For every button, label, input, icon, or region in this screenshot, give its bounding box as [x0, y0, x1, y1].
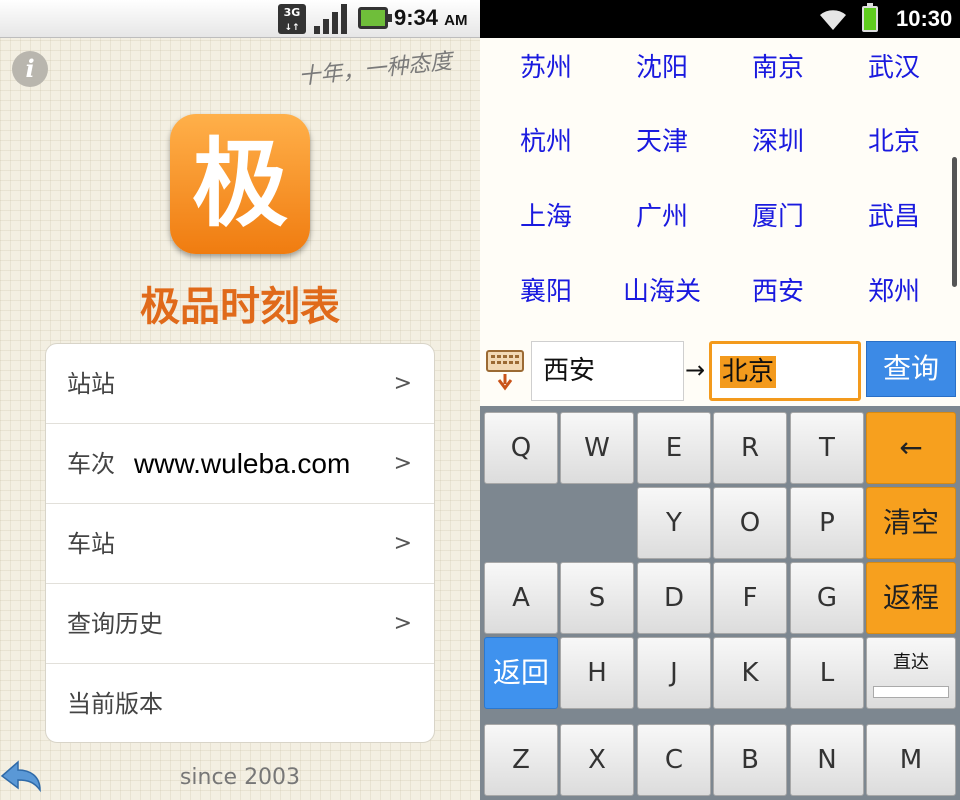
since-label: since 2003 — [179, 765, 301, 790]
menu-item-label: 站站 — [67, 370, 115, 398]
key-q[interactable]: Q — [484, 412, 558, 484]
status-bar: 3G ↓↑ 9:34 AM — [0, 0, 480, 38]
key-s[interactable]: S — [560, 562, 634, 634]
key-f[interactable]: F — [713, 562, 787, 634]
network-3g-icon: 3G ↓↑ — [278, 4, 306, 34]
city-item[interactable]: 武昌 — [836, 187, 952, 261]
to-station-input[interactable]: 北京 — [709, 341, 861, 401]
key-l[interactable]: L — [790, 637, 864, 709]
city-item[interactable]: 山海关 — [604, 262, 720, 336]
key-p[interactable]: P — [790, 487, 864, 559]
menu-item-station[interactable]: 车站 > — [46, 504, 434, 584]
key-x[interactable]: X — [560, 724, 634, 796]
key-z[interactable]: Z — [484, 724, 558, 796]
city-item[interactable]: 上海 — [488, 187, 604, 261]
city-item[interactable]: 天津 — [604, 112, 720, 186]
menu-item-station-to-station[interactable]: 站站 > — [46, 344, 434, 424]
key-o[interactable]: O — [713, 487, 787, 559]
direct-indicator — [873, 686, 949, 698]
watermark-url: www.wuleba.com — [134, 448, 351, 479]
keyboard-toggle-icon[interactable] — [486, 350, 524, 392]
to-station-value: 北京 — [720, 356, 777, 388]
chevron-right-icon: > — [393, 371, 412, 396]
menu-item-label: 车次 — [67, 450, 115, 478]
city-item[interactable]: 襄阳 — [488, 262, 604, 336]
key-t[interactable]: T — [790, 412, 864, 484]
key-a[interactable]: A — [484, 562, 558, 634]
return-trip-key[interactable]: 返程 — [866, 562, 956, 634]
city-item[interactable]: 西安 — [720, 262, 836, 336]
status-time: 9:34 AM — [394, 5, 468, 30]
route-arrow: → — [685, 356, 706, 384]
app-logo: 极 — [170, 114, 310, 254]
info-icon[interactable]: i — [12, 51, 48, 87]
right-screen: 10:30 苏州 沈阳 南京 武汉 杭州 天津 深圳 北京 上海 广州 厦门 武… — [480, 0, 960, 800]
city-item[interactable]: 南京 — [720, 38, 836, 112]
menu-item-train-number[interactable]: 车次 www.wuleba.com > — [46, 424, 434, 504]
status-bar: 10:30 — [480, 0, 960, 38]
city-item[interactable]: 北京 — [836, 112, 952, 186]
city-item[interactable]: 广州 — [604, 187, 720, 261]
key-j[interactable]: J — [637, 637, 711, 709]
city-item[interactable]: 武汉 — [836, 38, 952, 112]
slogan: 十年，一种态度 — [297, 49, 454, 91]
battery-charging-icon — [358, 7, 392, 29]
key-r[interactable]: R — [713, 412, 787, 484]
key-y[interactable]: Y — [637, 487, 711, 559]
city-item[interactable]: 苏州 — [488, 38, 604, 112]
city-item[interactable]: 杭州 — [488, 112, 604, 186]
battery-charging-icon — [862, 3, 878, 32]
chevron-right-icon: > — [393, 451, 412, 476]
key-w[interactable]: W — [560, 412, 634, 484]
city-grid: 苏州 沈阳 南京 武汉 杭州 天津 深圳 北京 上海 广州 厦门 武昌 襄阳 山… — [480, 38, 960, 338]
clear-key[interactable]: 清空 — [866, 487, 956, 559]
wifi-icon — [820, 10, 846, 30]
menu-item-label: 当前版本 — [67, 690, 163, 718]
menu-item-history[interactable]: 查询历史 > — [46, 584, 434, 664]
search-bar: 西安 → 北京 查询 — [480, 338, 960, 406]
from-station-input[interactable]: 西安 — [531, 341, 684, 401]
menu-item-label: 查询历史 — [67, 610, 163, 638]
menu-item-label: 车站 — [67, 530, 115, 558]
city-item[interactable]: 郑州 — [836, 262, 952, 336]
key-b[interactable]: B — [713, 724, 787, 796]
backspace-key[interactable]: ← — [866, 412, 956, 484]
city-scrollbar[interactable] — [952, 157, 957, 287]
left-screen: 3G ↓↑ 9:34 AM i 十年，一种态度 极 极品时刻表 站站 > 车次 … — [0, 0, 480, 800]
key-n[interactable]: N — [790, 724, 864, 796]
direct-toggle[interactable]: 直达 — [866, 637, 956, 709]
city-item[interactable]: 深圳 — [720, 112, 836, 186]
city-item[interactable]: 厦门 — [720, 187, 836, 261]
chevron-right-icon: > — [393, 611, 412, 636]
key-k[interactable]: K — [713, 637, 787, 709]
back-key[interactable]: 返回 — [484, 637, 558, 709]
key-g[interactable]: G — [790, 562, 864, 634]
signal-icon — [314, 4, 348, 34]
direct-label: 直达 — [893, 652, 929, 673]
query-button[interactable]: 查询 — [866, 341, 956, 397]
chevron-right-icon: > — [393, 531, 412, 556]
keyboard: Q W E R T ← Y O P 清空 A S D F G 返程 返回 H J… — [480, 406, 960, 800]
key-c[interactable]: C — [637, 724, 711, 796]
status-time: 10:30 — [896, 6, 953, 31]
key-h[interactable]: H — [560, 637, 634, 709]
key-m[interactable]: M — [866, 724, 956, 796]
city-item[interactable]: 沈阳 — [604, 38, 720, 112]
key-d[interactable]: D — [637, 562, 711, 634]
key-e[interactable]: E — [637, 412, 711, 484]
main-menu: 站站 > 车次 www.wuleba.com > 车站 > 查询历史 > 当前版… — [45, 343, 435, 743]
app-title: 极品时刻表 — [140, 284, 340, 330]
menu-item-version[interactable]: 当前版本 — [46, 664, 434, 742]
